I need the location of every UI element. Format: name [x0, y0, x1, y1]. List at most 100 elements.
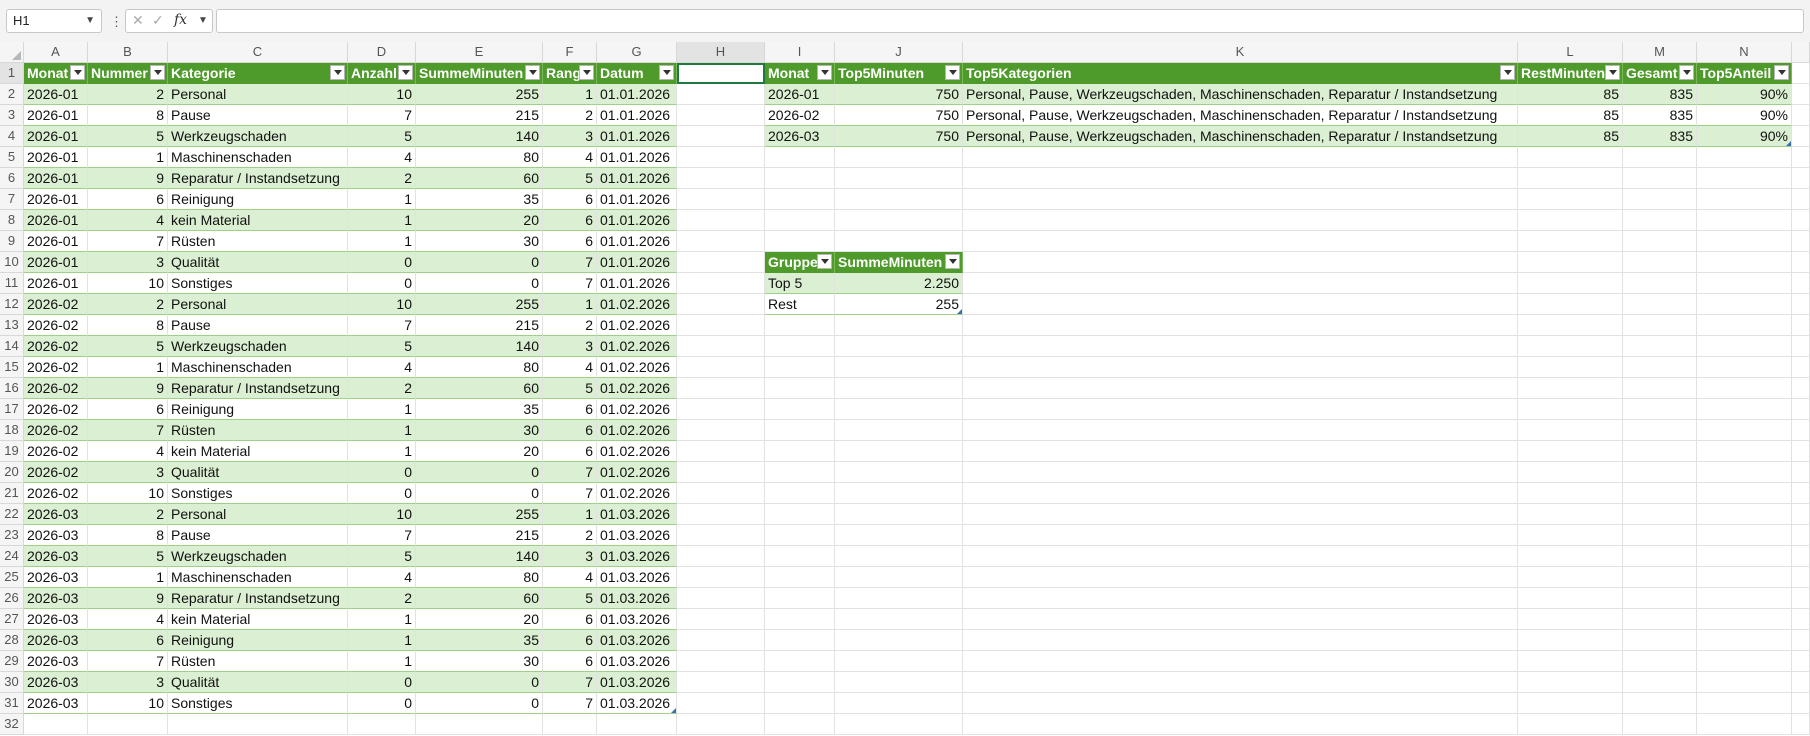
grid-cell[interactable]: [1697, 672, 1792, 693]
table1-cell[interactable]: Pause: [168, 525, 348, 546]
row-header-23[interactable]: 23: [0, 525, 24, 546]
table1-cell[interactable]: 1: [348, 189, 416, 210]
grid-cell[interactable]: [835, 357, 963, 378]
table1-cell[interactable]: 4: [348, 357, 416, 378]
table1-cell[interactable]: 1: [348, 399, 416, 420]
grid-cell[interactable]: [1518, 630, 1623, 651]
table2-cell[interactable]: 90%: [1697, 105, 1792, 126]
table2-cell[interactable]: 2026-01: [765, 84, 835, 105]
grid-cell[interactable]: [1518, 693, 1623, 714]
grid-cell[interactable]: [1792, 210, 1810, 231]
table1-cell[interactable]: 01.03.2026: [597, 630, 677, 651]
grid-cell[interactable]: [963, 273, 1518, 294]
grid-cell[interactable]: [765, 315, 835, 336]
table1-cell[interactable]: 30: [416, 231, 543, 252]
grid-cell[interactable]: [1518, 651, 1623, 672]
table1-cell[interactable]: 3: [543, 336, 597, 357]
table1-cell[interactable]: 1: [348, 210, 416, 231]
grid-cell[interactable]: [1623, 714, 1697, 735]
row-header-31[interactable]: 31: [0, 693, 24, 714]
table1-cell[interactable]: 20: [416, 441, 543, 462]
grid-cell[interactable]: [1518, 378, 1623, 399]
grid-cell[interactable]: [1623, 441, 1697, 462]
table2-cell[interactable]: 85: [1518, 126, 1623, 147]
table1-cell[interactable]: 01.03.2026: [597, 693, 677, 714]
grid-cell[interactable]: [835, 462, 963, 483]
table1-cell[interactable]: 2026-01: [24, 105, 88, 126]
grid-cell[interactable]: [1792, 63, 1810, 84]
grid-cell[interactable]: [1518, 483, 1623, 504]
grid-cell[interactable]: [963, 357, 1518, 378]
grid-cell[interactable]: [1518, 462, 1623, 483]
table1-cell[interactable]: 7: [88, 651, 168, 672]
table3-cell[interactable]: 2.250: [835, 273, 963, 294]
table1-cell[interactable]: 9: [88, 588, 168, 609]
grid-cell[interactable]: [835, 483, 963, 504]
grid-cell[interactable]: [677, 693, 765, 714]
table1-cell[interactable]: 0: [348, 252, 416, 273]
grid-cell[interactable]: [1623, 168, 1697, 189]
grid-cell[interactable]: [963, 294, 1518, 315]
grid-cell[interactable]: [765, 168, 835, 189]
table1-cell[interactable]: 7: [348, 105, 416, 126]
table1-cell[interactable]: 9: [88, 378, 168, 399]
table2-cell[interactable]: 835: [1623, 105, 1697, 126]
grid-cell[interactable]: [835, 231, 963, 252]
row-header-19[interactable]: 19: [0, 441, 24, 462]
grid-cell[interactable]: [835, 420, 963, 441]
grid-cell[interactable]: [1697, 651, 1792, 672]
table1-cell[interactable]: Sonstiges: [168, 693, 348, 714]
table1-cell[interactable]: Qualität: [168, 672, 348, 693]
table2-cell[interactable]: 750: [835, 126, 963, 147]
grid-cell[interactable]: [835, 504, 963, 525]
table1-cell[interactable]: 2026-02: [24, 420, 88, 441]
grid-cell[interactable]: [416, 714, 543, 735]
grid-cell[interactable]: [1518, 168, 1623, 189]
grid-cell[interactable]: [677, 588, 765, 609]
table2-cell[interactable]: 835: [1623, 84, 1697, 105]
table1-cell[interactable]: 01.01.2026: [597, 273, 677, 294]
grid-cell[interactable]: [963, 714, 1518, 735]
grid-cell[interactable]: [1518, 357, 1623, 378]
grid-cell[interactable]: [1792, 84, 1810, 105]
table1-cell[interactable]: 6: [88, 399, 168, 420]
table2-header-top5minuten[interactable]: Top5Minuten: [835, 63, 963, 84]
grid-cell[interactable]: [1623, 588, 1697, 609]
table2-cell[interactable]: 2026-03: [765, 126, 835, 147]
grid-cell[interactable]: [1792, 609, 1810, 630]
grid-cell[interactable]: [1697, 189, 1792, 210]
grid-cell[interactable]: [1623, 336, 1697, 357]
table1-cell[interactable]: 6: [543, 231, 597, 252]
table3-cell[interactable]: Top 5: [765, 273, 835, 294]
table1-cell[interactable]: Pause: [168, 315, 348, 336]
column-header-h[interactable]: H: [677, 42, 765, 63]
column-header-n[interactable]: N: [1697, 42, 1792, 63]
row-header-20[interactable]: 20: [0, 462, 24, 483]
table1-cell[interactable]: 4: [88, 210, 168, 231]
table1-cell[interactable]: 6: [543, 441, 597, 462]
table1-cell[interactable]: 01.01.2026: [597, 231, 677, 252]
grid-cell[interactable]: [835, 714, 963, 735]
grid-cell[interactable]: [1697, 210, 1792, 231]
table1-cell[interactable]: 6: [543, 189, 597, 210]
table1-cell[interactable]: 2026-02: [24, 378, 88, 399]
table1-cell[interactable]: 4: [348, 567, 416, 588]
grid-cell[interactable]: [1792, 189, 1810, 210]
table1-cell[interactable]: 255: [416, 294, 543, 315]
row-header-32[interactable]: 32: [0, 714, 24, 735]
grid-cell[interactable]: [1697, 441, 1792, 462]
table1-cell[interactable]: 80: [416, 357, 543, 378]
row-header-1[interactable]: 1: [0, 63, 24, 84]
grid-cell[interactable]: [1697, 399, 1792, 420]
row-header-7[interactable]: 7: [0, 189, 24, 210]
grid-cell[interactable]: [835, 525, 963, 546]
grid-cell[interactable]: [963, 630, 1518, 651]
table1-cell[interactable]: 01.01.2026: [597, 105, 677, 126]
column-header-i[interactable]: I: [765, 42, 835, 63]
table2-cell[interactable]: 85: [1518, 105, 1623, 126]
table1-cell[interactable]: 2026-03: [24, 651, 88, 672]
table1-cell[interactable]: 5: [88, 126, 168, 147]
grid-cell[interactable]: [677, 378, 765, 399]
table1-cell[interactable]: 0: [416, 462, 543, 483]
table1-cell[interactable]: 01.02.2026: [597, 441, 677, 462]
